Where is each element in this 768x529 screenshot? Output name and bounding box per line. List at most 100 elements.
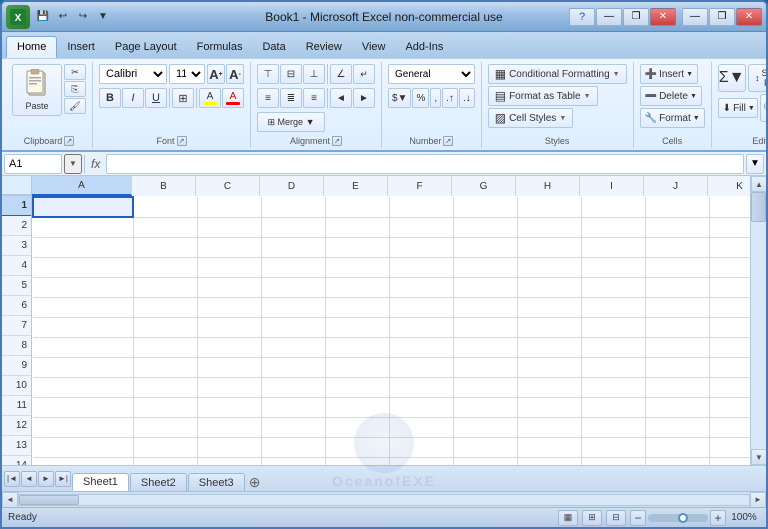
win-close-btn[interactable]: ✕	[736, 8, 762, 26]
decrease-indent-btn[interactable]: ◄	[330, 88, 352, 108]
table-row[interactable]	[645, 337, 709, 357]
table-row[interactable]	[325, 317, 389, 337]
table-row[interactable]	[517, 377, 581, 397]
number-expand-btn[interactable]: ↗	[443, 136, 453, 146]
table-row[interactable]	[517, 357, 581, 377]
zoom-slider[interactable]	[648, 514, 708, 522]
table-row[interactable]	[709, 217, 750, 237]
cell-styles-btn[interactable]: ▨ Cell Styles ▼	[488, 108, 574, 128]
table-row[interactable]	[133, 337, 197, 357]
table-row[interactable]	[33, 237, 133, 257]
sheet-nav-first[interactable]: |◄	[4, 471, 20, 487]
row-num-3[interactable]: 3	[2, 236, 31, 256]
table-row[interactable]	[517, 237, 581, 257]
border-button[interactable]: ⊞	[172, 88, 194, 108]
table-row[interactable]	[133, 377, 197, 397]
table-row[interactable]	[645, 457, 709, 465]
row-num-5[interactable]: 5	[2, 276, 31, 296]
table-row[interactable]	[453, 277, 517, 297]
table-row[interactable]	[709, 397, 750, 417]
app-close-btn[interactable]: ✕	[650, 8, 676, 26]
table-row[interactable]	[261, 237, 325, 257]
table-row[interactable]	[517, 297, 581, 317]
row-num-14[interactable]: 14	[2, 456, 31, 465]
table-row[interactable]	[517, 457, 581, 465]
app-minimize-btn[interactable]: —	[596, 8, 622, 26]
table-row[interactable]	[325, 377, 389, 397]
table-row[interactable]	[453, 337, 517, 357]
app-help-btn[interactable]: ?	[569, 8, 595, 26]
angle-text-btn[interactable]: ∠	[330, 64, 352, 84]
tab-formulas[interactable]: Formulas	[187, 36, 253, 58]
name-box[interactable]: A1	[4, 154, 62, 174]
table-row[interactable]	[325, 357, 389, 377]
wrap-text-btn[interactable]: ↵	[353, 64, 375, 84]
sheet-tab-sheet3[interactable]: Sheet3	[188, 473, 245, 491]
table-row[interactable]	[517, 257, 581, 277]
table-row[interactable]	[389, 417, 453, 437]
tab-view[interactable]: View	[352, 36, 396, 58]
table-row[interactable]	[389, 317, 453, 337]
table-row[interactable]	[389, 217, 453, 237]
row-num-8[interactable]: 8	[2, 336, 31, 356]
table-row[interactable]	[709, 317, 750, 337]
table-row[interactable]	[389, 297, 453, 317]
col-header-K[interactable]: K	[708, 176, 750, 196]
table-row[interactable]	[517, 317, 581, 337]
decrease-font-size-btn[interactable]: A-	[226, 64, 244, 84]
table-row[interactable]	[645, 317, 709, 337]
table-row[interactable]	[197, 277, 261, 297]
row-num-10[interactable]: 10	[2, 376, 31, 396]
table-row[interactable]	[261, 457, 325, 465]
bottom-align-btn[interactable]: ⊥	[303, 64, 325, 84]
table-row[interactable]	[645, 417, 709, 437]
table-row[interactable]	[197, 357, 261, 377]
table-row[interactable]	[581, 417, 645, 437]
table-row[interactable]	[325, 217, 389, 237]
col-header-I[interactable]: I	[580, 176, 644, 196]
table-row[interactable]	[133, 317, 197, 337]
table-row[interactable]	[197, 397, 261, 417]
name-box-dropdown[interactable]: ▼	[64, 154, 82, 174]
table-row[interactable]	[517, 197, 581, 217]
table-row[interactable]	[33, 257, 133, 277]
table-row[interactable]	[709, 457, 750, 465]
row-num-1[interactable]: 1	[2, 196, 31, 216]
table-row[interactable]	[33, 317, 133, 337]
table-row[interactable]	[581, 357, 645, 377]
col-header-D[interactable]: D	[260, 176, 324, 196]
table-row[interactable]	[389, 437, 453, 457]
table-row[interactable]	[645, 397, 709, 417]
font-color-button[interactable]: A	[222, 88, 244, 108]
table-row[interactable]	[33, 377, 133, 397]
table-row[interactable]	[325, 277, 389, 297]
table-row[interactable]	[453, 197, 517, 217]
tab-insert[interactable]: Insert	[57, 36, 105, 58]
tab-add-ins[interactable]: Add-Ins	[395, 36, 453, 58]
col-header-J[interactable]: J	[644, 176, 708, 196]
table-row[interactable]	[389, 197, 453, 217]
table-row[interactable]	[197, 317, 261, 337]
table-row[interactable]	[197, 257, 261, 277]
table-row[interactable]	[133, 397, 197, 417]
table-row[interactable]	[709, 357, 750, 377]
font-name-select[interactable]: Calibri	[99, 64, 167, 84]
table-row[interactable]	[709, 417, 750, 437]
h-scroll-right-btn[interactable]: ►	[750, 492, 766, 508]
col-header-E[interactable]: E	[324, 176, 388, 196]
table-row[interactable]	[645, 217, 709, 237]
italic-button[interactable]: I	[122, 88, 144, 108]
table-row[interactable]	[453, 457, 517, 465]
table-row[interactable]	[453, 417, 517, 437]
tab-data[interactable]: Data	[252, 36, 295, 58]
table-row[interactable]	[709, 337, 750, 357]
tab-page-layout[interactable]: Page Layout	[105, 36, 187, 58]
scroll-down-btn[interactable]: ▼	[751, 449, 766, 465]
row-num-7[interactable]: 7	[2, 316, 31, 336]
table-row[interactable]	[261, 297, 325, 317]
table-row[interactable]	[645, 237, 709, 257]
clipboard-expand-btn[interactable]: ↗	[64, 136, 74, 146]
table-row[interactable]	[261, 217, 325, 237]
table-row[interactable]	[261, 397, 325, 417]
table-row[interactable]	[33, 297, 133, 317]
